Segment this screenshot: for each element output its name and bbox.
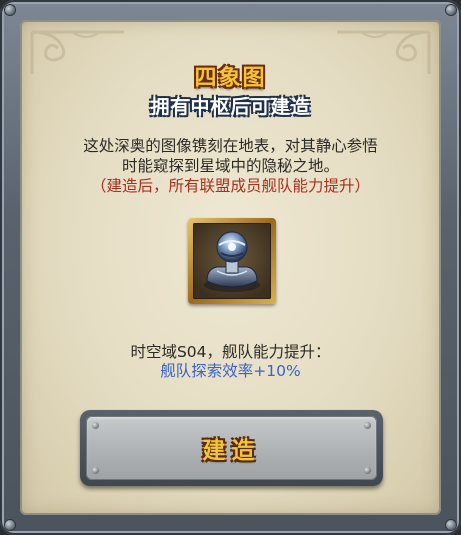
build-button-face[interactable]: 建造	[86, 416, 377, 480]
dialog-subtitle: 拥有中枢后可建造	[150, 96, 311, 118]
build-button-label[interactable]: 建造	[86, 416, 377, 480]
beacon-tower-icon	[204, 231, 260, 292]
frame-rivet	[446, 5, 456, 15]
description: 这处深奥的图像镌刻在地表，对其静心参悟 时能窥探到星域中的隐秘之地。	[40, 136, 421, 176]
building-icon-frame	[188, 218, 276, 304]
frame-rivet	[5, 520, 15, 530]
title-text: 四象图	[194, 66, 267, 91]
description-line: 时能窥探到星域中的隐秘之地。	[121, 157, 339, 175]
build-effect-note: （建造后，所有联盟成员舰队能力提升）	[90, 177, 370, 195]
bonus-value: 舰队探索效率+10%	[160, 362, 301, 380]
description-line: 这处深奥的图像镌刻在地表，对其静心参悟	[83, 137, 378, 155]
building-icon-slot	[193, 223, 271, 299]
dialog-title: 四象图	[0, 60, 461, 92]
frame-rivet	[446, 520, 456, 530]
build-button[interactable]: 建造	[80, 410, 383, 486]
frame-rivet	[5, 5, 15, 15]
